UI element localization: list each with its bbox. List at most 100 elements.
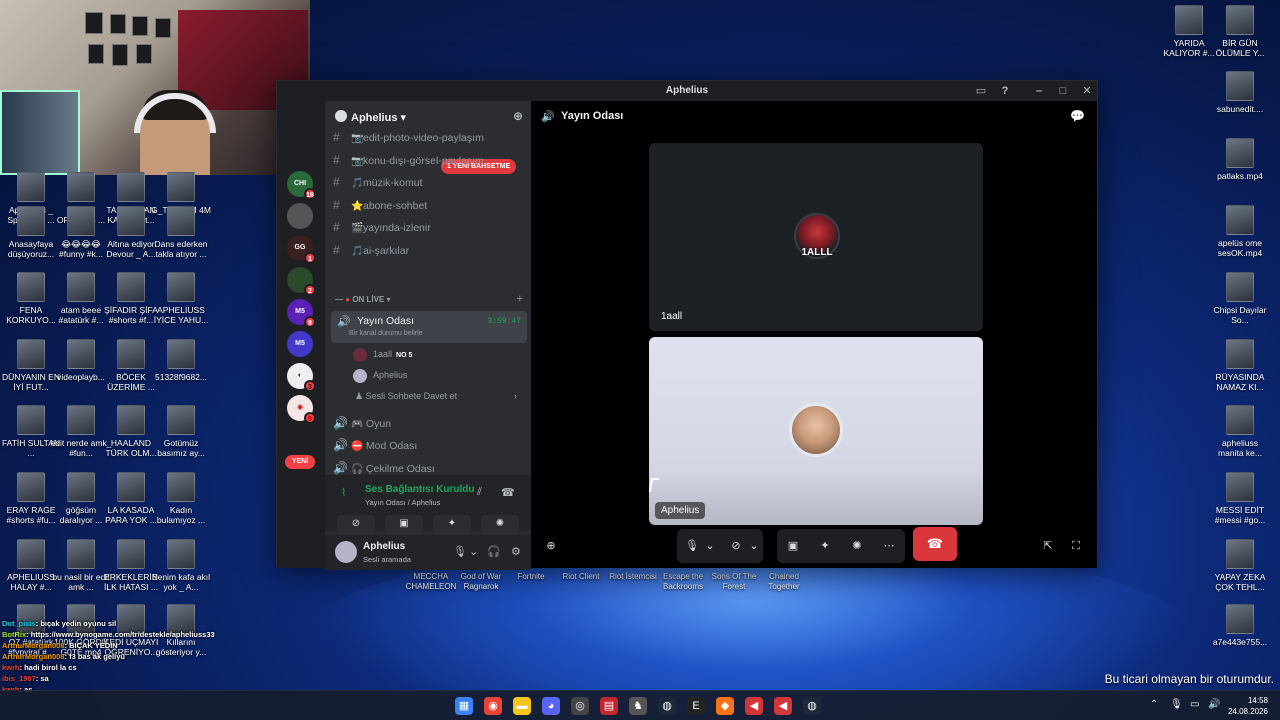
desktop-file-icon[interactable]: Benim kafa akıl yok _ A... [150,539,212,592]
game-shortcut[interactable]: Sons Of The Forest [706,572,762,592]
create-channel-icon[interactable]: + [517,293,523,305]
steam-icon[interactable]: ◍ [658,697,676,715]
chevron-down-icon[interactable]: ⌄ [469,545,478,558]
add-people-icon[interactable]: ⊕ [541,535,561,557]
game-shortcut[interactable]: God of War Ragnarok [453,572,509,592]
game-shortcut[interactable]: Riot Client [553,572,609,582]
hang-up-button[interactable]: ☎ [913,527,957,561]
headphones-icon[interactable]: 🎧 [487,545,501,558]
screen-share-icon[interactable]: ▣ [781,535,805,557]
chrome-icon[interactable]: ◉ [484,697,502,715]
desktop-file-icon[interactable]: 51328f9682... [150,339,212,382]
desktop-file-icon[interactable]: apelüs ome sesOK.mp4 [1209,205,1271,258]
close-button[interactable]: ✕ [1077,83,1097,99]
category-header[interactable]: — ● ON LİVE ▾ [335,295,391,304]
app-orange-icon[interactable]: ◆ [716,697,734,715]
game-shortcut[interactable]: MECCHA CHAMELEON [403,572,459,592]
desktop-file-icon[interactable]: sabunedit.... [1209,71,1271,114]
settings-icon[interactable]: ⚙ [511,545,521,558]
connection-status[interactable]: Ses Bağlantısı Kuruldu [365,484,474,495]
desktop-file-icon[interactable]: Dans ederken takla atıyor ... [150,206,212,259]
chevron-up-icon[interactable]: ⌃ [1150,699,1158,710]
screen-share-button[interactable]: ▣ [385,515,423,533]
server-icon[interactable] [287,203,313,229]
activities-button[interactable]: ✦ [433,515,471,533]
game-shortcut[interactable]: Chained Together [756,572,812,592]
volume-icon[interactable]: 🔊 [1208,699,1220,710]
connection-location[interactable]: Yayın Odası / Aphelius [365,498,440,507]
voice-member[interactable]: 1aall NO 5 [353,345,412,363]
steam-alt-icon[interactable]: ◍ [803,697,821,715]
channel-item[interactable]: # 🎬yayında-izlenir [333,217,523,237]
riot-icon[interactable]: ◀ [745,697,763,715]
desktop-file-icon[interactable]: Gotümüz basımız ay... [150,405,212,458]
more-options-icon[interactable]: ⋯ [877,535,901,557]
file-explorer-icon[interactable]: ▬ [513,697,531,715]
server-icon[interactable]: GG 1 [287,235,316,264]
voice-channel-active[interactable]: 🔊 Yayın Odası 3:59:47 Bir kanal durumu b… [331,311,527,343]
user-name[interactable]: Aphelius [363,541,405,552]
game-shortcut[interactable]: Riot İstemcisi [605,572,661,582]
server-icon[interactable]: ◐ 3 [287,363,316,392]
disconnect-icon[interactable]: ☎ [501,486,515,499]
microphone-icon[interactable]: 🎙 [681,535,703,557]
server-icon[interactable]: 2 [287,267,316,296]
desktop-file-icon[interactable]: Chipsi Dayılar So... [1209,272,1271,325]
desktop-file-icon[interactable]: a7e443e755... [1209,604,1271,647]
activities-icon[interactable]: ✦ [813,535,837,557]
inbox-icon[interactable]: ▭ [971,83,991,99]
video-tile[interactable]: Aphelius [649,337,983,525]
channel-item[interactable]: # 📷konu-dışı-görsel-paylaşım [333,150,523,170]
video-tile[interactable]: 1ALLL 1aall [649,143,983,331]
game-shortcut[interactable]: Fortnite [503,572,559,582]
desktop-file-icon[interactable]: patlaks.mp4 [1209,138,1271,181]
desktop-file-icon[interactable]: BİR GÜN ÖLÜMLE Y... [1209,5,1271,58]
server-icon[interactable]: ◉ 9 [287,395,316,424]
pop-out-icon[interactable]: ⇱ [1037,535,1059,557]
channel-item[interactable]: # 📷edit-photo-video-paylaşım [333,127,523,147]
channel-item[interactable]: # 🎵ai-şarkılar [333,240,523,260]
soundboard-icon[interactable]: ✺ [845,535,869,557]
channel-item[interactable]: # 🎵müzik-komut [333,172,523,192]
camera-off-icon[interactable]: ⊘ [725,535,747,557]
chat-icon[interactable]: 💬 [1070,109,1085,123]
new-pill[interactable]: YENİ [285,455,315,469]
desktop-file-icon[interactable]: MESSİ EDİT #messi #go... [1209,472,1271,525]
noise-suppression-icon[interactable]: ⫽ [477,486,482,499]
discord-icon[interactable]: ◕ [542,697,560,715]
soundboard-button[interactable]: ✺ [481,515,519,533]
app-icon[interactable]: ♞ [629,697,647,715]
camera-off-button[interactable]: ⊘ [337,515,375,533]
channel-status[interactable]: Bir kanal durumu belirle [349,330,423,337]
desktop-file-icon[interactable]: YAPAY ZEKA ÇOK TEHL... [1209,539,1271,592]
server-icon[interactable]: M5 9 [287,299,316,328]
desktop-file-icon[interactable]: apheliuss manita ke... [1209,405,1271,458]
server-icon[interactable]: M5 [287,331,313,357]
network-icon[interactable]: ▭ [1190,699,1199,710]
clock[interactable]: 14:58 24.08.2026 [1228,695,1268,717]
maximize-button[interactable]: □ [1053,83,1073,99]
epic-games-icon[interactable]: E [687,697,705,715]
help-icon[interactable]: ? [995,83,1015,99]
chevron-down-icon[interactable]: ⌄ [747,535,761,557]
news-icon[interactable]: ▤ [600,697,618,715]
game-shortcut[interactable]: Escape the Backrooms [655,572,711,592]
fullscreen-icon[interactable]: ⛶ [1065,535,1087,557]
invite-voice[interactable]: ♟ Sesli Sohbete Davet et › [355,387,525,405]
avatar[interactable] [335,541,357,563]
chevron-down-icon[interactable]: ⌄ [703,535,717,557]
voice-channel[interactable]: 🔊 ⛔ Mod Odası [333,435,523,455]
riot-client-icon[interactable]: ◀ [774,697,792,715]
add-member-icon[interactable]: ⊕ [513,109,523,123]
desktop-file-icon[interactable]: RÜYASINDA NAMAZ KI... [1209,339,1271,392]
voice-member[interactable]: Aphelius [353,366,408,384]
desktop-file-icon[interactable]: APHELIUSS İYİCE YAHU... [150,272,212,325]
server-icon[interactable]: CHI 16 [287,171,316,200]
channel-item[interactable]: # ⭐abone-sohbet [333,195,523,215]
microphone-icon[interactable]: 🎙 [1170,699,1183,710]
minimize-button[interactable]: – [1029,83,1049,99]
obs-icon[interactable]: ◎ [571,697,589,715]
windows-start-icon[interactable]: ▦ [455,697,473,715]
desktop-file-icon[interactable]: Kadın bulamıyoz ... [150,472,212,525]
voice-channel[interactable]: 🔊 🎮 Oyun [333,413,523,433]
